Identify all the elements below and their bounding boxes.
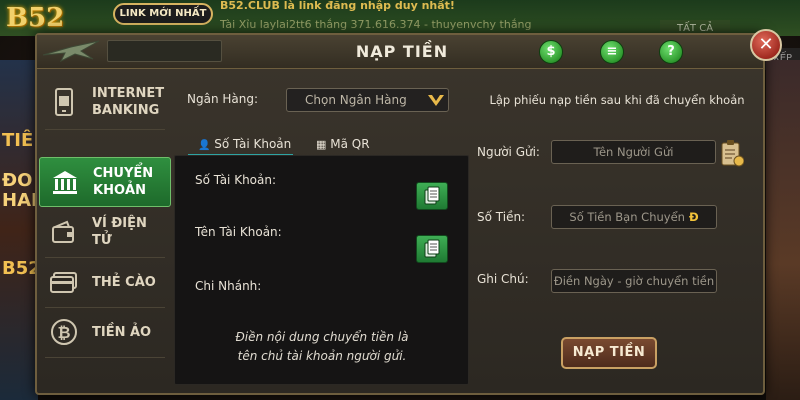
background-logo: B52	[6, 3, 65, 33]
submit-deposit-button[interactable]: NẠP TIỀN	[561, 337, 657, 369]
sidebar-item-label: CHUYỂN	[93, 166, 154, 181]
plane-icon	[42, 40, 100, 63]
payment-method-sidebar: INTERNET BANKING CHUYỂN KHOẢN VÍ ĐIỆN TỬ T…	[39, 71, 171, 393]
background-marquee-bottom: Tài Xỉu laylai2tt6 thắng 371.616.374 - t…	[220, 18, 532, 31]
phone-bank-icon	[50, 88, 78, 116]
note-input[interactable]: Điền Ngày - giờ chuyển tiền	[551, 269, 717, 293]
amount-placeholder: Số Tiền Bạn Chuyển	[569, 210, 685, 224]
sidebar-item-label: VÍ ĐIỆN TỬ	[91, 216, 147, 248]
user-icon: 👤	[198, 140, 211, 151]
currency-symbol: Đ	[688, 210, 699, 224]
sidebar-divider	[45, 129, 165, 130]
sender-name-input[interactable]: Tên Người Gửi	[551, 140, 716, 164]
copy-account-name-button[interactable]	[416, 235, 448, 263]
background-left-banner: TIÊ ĐO HAN B52	[0, 60, 46, 400]
bitcoin-icon: ₿	[50, 318, 78, 346]
amount-input[interactable]: Số Tiền Bạn Chuyển Đ	[551, 205, 717, 229]
sender-label: Người Gửi:	[477, 145, 540, 159]
sidebar-item-label: THẺ CÀO	[92, 274, 156, 290]
wallet-icon	[50, 218, 78, 246]
background-left-text: ĐO	[2, 170, 33, 191]
sidebar-divider	[45, 357, 165, 358]
transfer-note: Điền nội dung chuyển tiền là tên chủ tài…	[217, 328, 427, 366]
sidebar-item-internet-banking[interactable]: INTERNET BANKING	[39, 77, 171, 127]
bank-select-placeholder: Chọn Ngân Hàng	[305, 93, 407, 107]
tab-label: Mã QR	[330, 137, 370, 151]
sidebar-item-bank-transfer[interactable]: CHUYỂN KHOẢN	[39, 157, 171, 207]
sidebar-item-label: INTERNET	[92, 86, 165, 101]
background-marquee-top: B52.CLUB là link đăng nhập duy nhất!	[220, 0, 455, 12]
clipboard-icon[interactable]	[720, 139, 744, 167]
tab-qr-code[interactable]: ▦ Mã QR	[316, 133, 386, 157]
svg-text:₿: ₿	[57, 323, 70, 342]
header-info-box	[107, 40, 222, 62]
amount-label: Số Tiền:	[477, 210, 526, 224]
background-right-banner	[766, 60, 800, 400]
list-icon[interactable]: ≡	[600, 40, 624, 64]
sidebar-item-label: TIỀN ẢO	[92, 324, 152, 340]
sidebar-item-crypto[interactable]: ₿ TIỀN ẢO	[39, 307, 171, 357]
sidebar-item-e-wallet[interactable]: VÍ ĐIỆN TỬ	[39, 207, 171, 257]
form-heading: Lập phiếu nạp tiền sau khi đã chuyển kho…	[489, 93, 745, 107]
copy-icon	[424, 186, 440, 205]
close-button[interactable]: ✕	[750, 29, 782, 61]
branch-label: Chi Nhánh:	[195, 279, 262, 293]
copy-icon	[424, 239, 440, 258]
modal-title: NẠP TIỀN	[355, 42, 449, 61]
account-tabs: 👤 Số Tài Khoản ▦ Mã QR	[188, 133, 468, 157]
bank-select[interactable]: Chọn Ngân Hàng	[286, 88, 449, 112]
dollar-icon[interactable]: $	[539, 40, 563, 64]
sidebar-item-label: KHOẢN	[93, 183, 146, 198]
account-name-label: Tên Tài Khoản:	[195, 225, 282, 239]
transfer-note-line: Điền nội dung chuyển tiền là	[235, 330, 409, 344]
transfer-note-line: tên chủ tài khoản người gửi.	[237, 349, 407, 363]
card-icon	[50, 268, 78, 296]
sidebar-item-label: BANKING	[92, 103, 160, 118]
tab-label: Số Tài Khoản	[214, 137, 292, 151]
modal-header: NẠP TIỀN $ ≡ ?	[37, 35, 763, 69]
latest-link-button[interactable]: LINK MỚI NHẤT	[113, 3, 213, 25]
bank-label: Ngân Hàng:	[187, 92, 259, 106]
chevron-down-icon	[428, 95, 444, 106]
note-label: Ghi Chú:	[477, 272, 529, 286]
account-number-label: Số Tài Khoản:	[195, 173, 277, 187]
background-left-text: TIÊ	[2, 130, 34, 151]
deposit-modal: NẠP TIỀN $ ≡ ? ✕ INTERNET BANKING CHUYỂN K…	[35, 29, 782, 395]
tab-account-number[interactable]: 👤 Số Tài Khoản	[188, 133, 293, 157]
copy-account-number-button[interactable]	[416, 182, 448, 210]
bank-building-icon	[51, 168, 79, 196]
qr-icon: ▦	[316, 138, 327, 151]
help-icon[interactable]: ?	[659, 40, 683, 64]
sidebar-item-scratch-card[interactable]: THẺ CÀO	[39, 257, 171, 307]
